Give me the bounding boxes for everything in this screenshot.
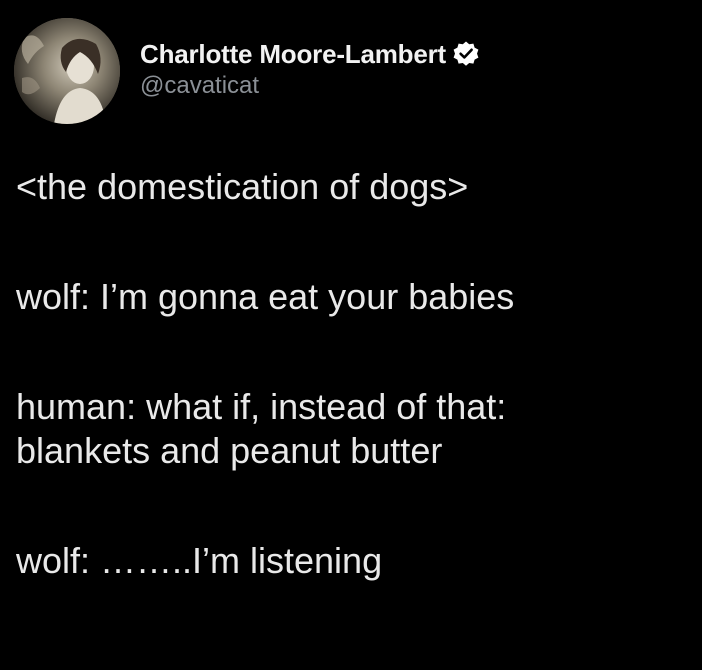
handle[interactable]: @cavaticat bbox=[140, 72, 480, 100]
tweet-header: Charlotte Moore-Lambert @cavaticat bbox=[14, 18, 694, 128]
verified-badge-icon bbox=[452, 40, 480, 68]
tweet-text: <the domestication of dogs> wolf: I’m go… bbox=[16, 165, 696, 583]
tweet-line-2: wolf: I’m gonna eat your babies bbox=[16, 276, 515, 317]
tweet-line-5: wolf: ……..I’m listening bbox=[16, 540, 383, 581]
tweet-line-1: <the domestication of dogs> bbox=[16, 166, 469, 207]
avatar-image bbox=[14, 18, 120, 124]
author-info: Charlotte Moore-Lambert @cavaticat bbox=[140, 38, 480, 100]
name-row: Charlotte Moore-Lambert bbox=[140, 38, 480, 70]
tweet-line-3: human: what if, instead of that: bbox=[16, 386, 507, 427]
tweet-card: Charlotte Moore-Lambert @cavaticat <the … bbox=[0, 0, 702, 670]
display-name[interactable]: Charlotte Moore-Lambert bbox=[140, 39, 446, 70]
tweet-line-4: blankets and peanut butter bbox=[16, 430, 443, 471]
avatar[interactable] bbox=[14, 18, 120, 124]
